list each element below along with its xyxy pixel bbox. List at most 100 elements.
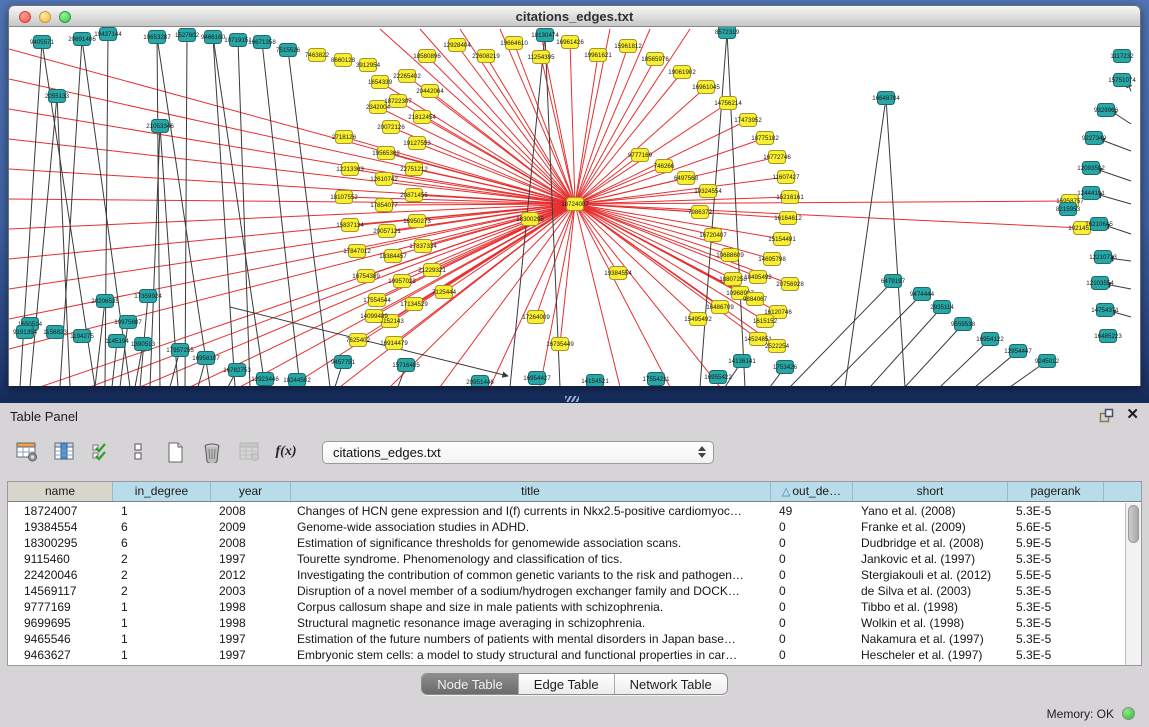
graph-node[interactable]: 17554211 [642, 373, 670, 386]
graph-node[interactable]: 2718126 [332, 131, 357, 144]
table-cell[interactable]: 9777169 [8, 599, 113, 615]
table-cell[interactable]: Tibbo et al. (1998) [853, 599, 1008, 615]
table-cell[interactable]: 5.3E-5 [1008, 503, 1104, 519]
graph-node[interactable]: 16486709 [706, 301, 734, 314]
graph-node[interactable]: 9405571 [30, 36, 55, 49]
network-window-titlebar[interactable]: citations_edges.txt [8, 5, 1141, 27]
graph-node[interactable]: 9777169 [628, 149, 653, 162]
table-cell[interactable]: 5.9E-5 [1008, 535, 1104, 551]
network-canvas[interactable]: 1872400774638228660128391295416543392342… [8, 27, 1141, 386]
table-cell[interactable]: Corpus callosum shape and size in male p… [291, 599, 771, 615]
table-row[interactable]: 1456911722003Disruption of a novel membe… [8, 583, 1125, 599]
graph-node[interactable]: 18244502 [283, 374, 311, 387]
graph-node[interactable]: 10975887 [114, 316, 142, 329]
float-panel-icon[interactable] [1099, 408, 1114, 423]
table-cell[interactable]: 1 [113, 503, 211, 519]
graph-node[interactable]: 20691406 [68, 33, 96, 46]
graph-node[interactable]: 16648784 [872, 92, 900, 105]
table-cell[interactable]: 1998 [211, 615, 291, 631]
graph-node[interactable]: 20756928 [776, 278, 804, 291]
table-cell[interactable]: 9463627 [8, 647, 113, 663]
table-cell[interactable]: 2009 [211, 519, 291, 535]
table-cell[interactable]: 18300295 [8, 535, 113, 551]
graph-node[interactable]: 16485223 [1094, 330, 1122, 343]
graph-node[interactable]: 16782753 [223, 364, 251, 377]
table-cell[interactable]: 2008 [211, 535, 291, 551]
table-cell[interactable]: 2 [113, 567, 211, 583]
table-cell[interactable]: 0 [771, 631, 853, 647]
table-cell[interactable]: 2 [113, 583, 211, 599]
graph-node[interactable]: 9474444 [910, 288, 935, 301]
show-columns-button[interactable] [49, 436, 79, 468]
table-row[interactable]: 1872400712008Changes of HCN gene express… [8, 503, 1125, 519]
table-cell[interactable]: 1997 [211, 551, 291, 567]
table-cell[interactable]: 2008 [211, 503, 291, 519]
table-cell[interactable]: Franke et al. (2009) [853, 519, 1008, 535]
graph-node[interactable]: 1156823 [43, 326, 67, 339]
close-window-icon[interactable] [19, 11, 31, 23]
tab-network-table[interactable]: Network Table [614, 674, 727, 694]
table-scrollbar[interactable] [1125, 503, 1141, 665]
table-cell[interactable]: 0 [771, 567, 853, 583]
graph-node[interactable]: 18495492 [744, 271, 772, 284]
table-cell[interactable]: 2 [113, 551, 211, 567]
table-cell[interactable]: 2012 [211, 567, 291, 583]
tab-node-table[interactable]: Node Table [422, 674, 518, 694]
graph-node[interactable]: 17359924 [134, 290, 162, 303]
table-cell[interactable]: 1 [113, 599, 211, 615]
table-cell[interactable]: 6 [113, 535, 211, 551]
graph-node[interactable]: 10653287 [143, 31, 171, 44]
table-cell[interactable]: 5.3E-5 [1008, 583, 1104, 599]
graph-node[interactable]: 16671358 [248, 36, 276, 49]
graph-node[interactable]: 1527602 [175, 29, 200, 42]
table-mode-button[interactable] [12, 436, 42, 468]
column-header-title[interactable]: title [291, 482, 771, 501]
column-header-short[interactable]: short [853, 482, 1008, 501]
graph-node[interactable]: 9329966 [1094, 104, 1119, 117]
graph-node[interactable]: 9227349 [1082, 132, 1107, 145]
graph-node[interactable]: 22751212 [400, 163, 428, 176]
table-cell[interactable]: Stergiakouli et al. (2012) [853, 567, 1008, 583]
table-cell[interactable]: Estimation of the future numbers of pati… [291, 631, 771, 647]
graph-node[interactable]: 1145194 [105, 335, 129, 348]
minimize-window-icon[interactable] [39, 11, 51, 23]
tab-edge-table[interactable]: Edge Table [518, 674, 614, 694]
zoom-window-icon[interactable] [59, 11, 71, 23]
graph-node[interactable]: 15216161 [776, 191, 804, 204]
table-row[interactable]: 969969511998Structural magnetic resonanc… [8, 615, 1125, 631]
graph-node[interactable]: 16961426 [556, 36, 584, 49]
graph-node[interactable]: 16735449 [546, 338, 574, 351]
column-header-pagerank[interactable]: pagerank [1008, 482, 1104, 501]
graph-node[interactable]: 8660128 [331, 54, 356, 67]
table-cell[interactable]: Hescheler et al. (1997) [853, 647, 1008, 663]
graph-node[interactable]: 2935114 [930, 301, 954, 314]
graph-node[interactable]: 19324554 [694, 185, 722, 198]
column-header-in-degree[interactable]: in_degree [113, 482, 211, 501]
graph-node[interactable]: 1117232 [1110, 50, 1134, 63]
graph-node[interactable]: 15751074 [1108, 74, 1136, 87]
table-cell[interactable]: 9699695 [8, 615, 113, 631]
table-cell[interactable]: Jankovic et al. (1997) [853, 551, 1008, 567]
graph-node[interactable]: 20951446 [466, 376, 494, 387]
graph-node[interactable]: 12093582 [1077, 162, 1105, 175]
table-cell[interactable]: 9465546 [8, 631, 113, 647]
new-column-button[interactable] [160, 436, 190, 468]
column-header-out-de-[interactable]: △out_de… [771, 482, 853, 501]
graph-node[interactable]: 18580896 [413, 50, 441, 63]
table-cell[interactable]: 5.5E-5 [1008, 567, 1104, 583]
graph-node[interactable]: 8215953 [1056, 203, 1081, 216]
table-cell[interactable]: 1 [113, 647, 211, 663]
graph-node[interactable]: 20057121 [373, 225, 401, 238]
table-cell[interactable]: 2003 [211, 583, 291, 599]
graph-node[interactable]: 15837134 [336, 219, 364, 232]
table-cell[interactable]: Investigating the contribution of common… [291, 567, 771, 583]
table-cell[interactable]: Nakamura et al. (1997) [853, 631, 1008, 647]
table-cell[interactable]: 0 [771, 599, 853, 615]
graph-node[interactable]: 18384457 [379, 250, 407, 263]
table-cell[interactable]: 0 [771, 519, 853, 535]
graph-node[interactable]: 21812454 [408, 111, 436, 124]
table-row[interactable]: 1938455462009Genome-wide association stu… [8, 519, 1125, 535]
graph-node[interactable]: 9884067 [743, 293, 768, 306]
table-cell[interactable]: 14569117 [8, 583, 113, 599]
graph-node[interactable]: 14154521 [581, 375, 609, 387]
